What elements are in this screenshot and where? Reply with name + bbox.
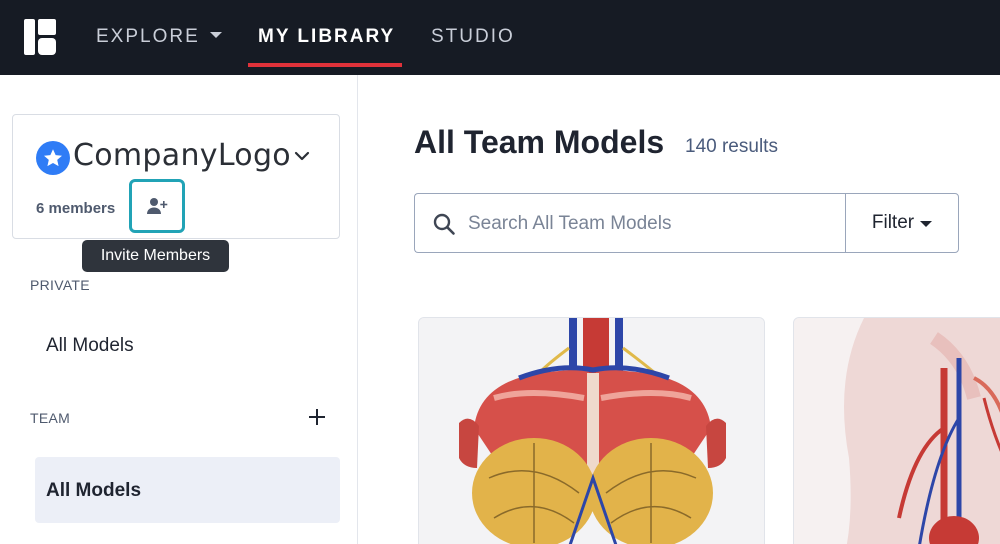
result-count: 140 results xyxy=(685,136,778,157)
sidebar-item-team-all-models[interactable]: All Models xyxy=(35,457,340,523)
invite-members-tooltip: Invite Members xyxy=(82,240,229,272)
section-label-team: TEAM xyxy=(30,410,71,426)
sidebar-item-private-all-models[interactable]: All Models xyxy=(46,335,134,357)
members-count: 6 members xyxy=(36,200,116,217)
team-name: CompanyLogo xyxy=(73,138,291,173)
team-selector-card[interactable]: CompanyLogo 6 members xyxy=(12,114,340,239)
sidebar-item-label: All Models xyxy=(46,480,142,501)
section-label-private: PRIVATE xyxy=(30,277,90,293)
plus-icon[interactable] xyxy=(306,406,328,428)
main-content: All Team Models 140 results Filter xyxy=(359,75,1000,544)
nav-explore[interactable]: EXPLORE xyxy=(96,26,222,48)
model-card[interactable] xyxy=(418,317,765,544)
add-user-icon xyxy=(147,198,168,214)
active-tab-indicator xyxy=(248,63,402,67)
nav-explore-label: EXPLORE xyxy=(96,26,200,47)
caret-down-icon xyxy=(209,32,222,39)
sidebar: CompanyLogo 6 members Invite Members PRI… xyxy=(0,75,358,544)
model-card[interactable] xyxy=(793,317,1000,544)
chevron-down-icon[interactable] xyxy=(293,149,311,163)
caret-down-icon xyxy=(920,221,933,227)
anatomy-thumbnail xyxy=(794,318,1000,544)
top-navigation-bar: EXPLORE MY LIBRARY STUDIO xyxy=(0,0,1000,75)
search-input[interactable] xyxy=(468,210,828,238)
app-logo-icon[interactable] xyxy=(24,19,56,55)
invite-members-button[interactable] xyxy=(129,179,185,233)
filter-button[interactable]: Filter xyxy=(845,193,959,253)
nav-studio[interactable]: STUDIO xyxy=(431,26,515,48)
anatomy-thumbnail xyxy=(419,318,764,544)
search-icon xyxy=(433,213,455,235)
nav-my-library[interactable]: MY LIBRARY xyxy=(258,26,395,48)
page-title: All Team Models xyxy=(414,124,665,160)
search-box[interactable] xyxy=(414,193,847,253)
filter-label: Filter xyxy=(871,212,915,233)
star-icon xyxy=(36,141,70,175)
